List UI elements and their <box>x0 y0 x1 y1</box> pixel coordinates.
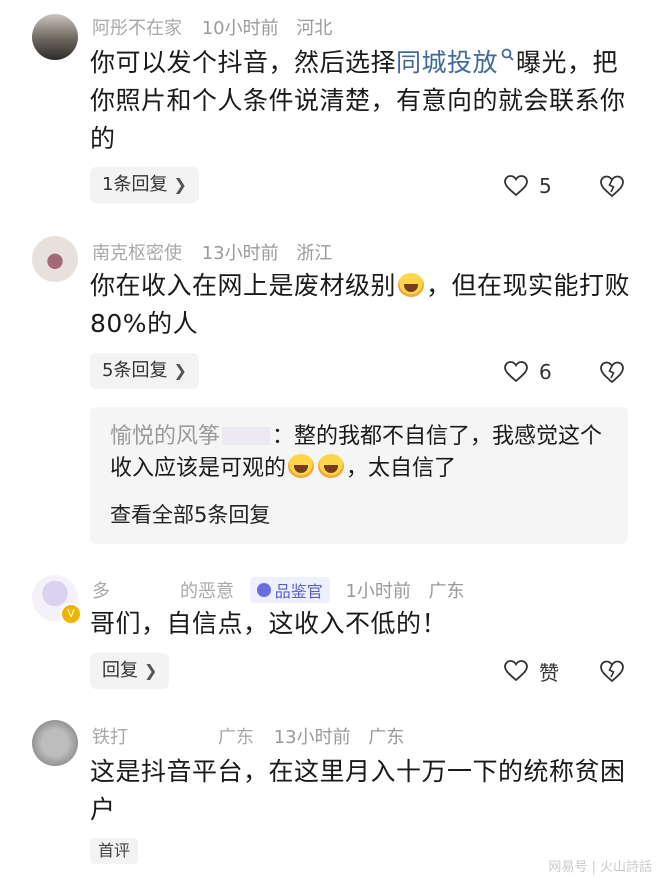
like-button[interactable]: 5 <box>503 171 552 201</box>
heart-icon <box>504 175 528 197</box>
reply-text: 收入应该是可观的 <box>110 456 287 481</box>
comment-text: 你在收入在网上是废材级别 ，但在现实能打败80%的人 <box>90 267 635 343</box>
reply-line: 愉悦的风筝 ：整的我都不自信了，我感觉这个 <box>110 421 602 453</box>
comment-meta: 阿彤不在家 10小时前 河北 <box>92 14 332 40</box>
comment-time: 10小时前 <box>201 18 279 39</box>
reply-user-name[interactable]: 愉悦的风筝 <box>110 424 220 449</box>
reply-line: 收入应该是可观的 ，太自信了 <box>110 453 456 485</box>
view-replies-button[interactable]: 5条回复 ❯ <box>90 353 199 389</box>
view-replies-label: 1条回复 <box>102 174 168 195</box>
view-replies-button[interactable]: 1条回复 ❯ <box>90 167 199 203</box>
user-name-part[interactable]: 的恶意 <box>180 581 234 602</box>
comment-text: 你可以发个抖音，然后选择同城投放 曝光，把你照片和个人条件说清楚，有意向的就会联系… <box>90 44 635 158</box>
broken-heart-icon[interactable] <box>598 172 626 200</box>
heart-icon <box>504 361 528 383</box>
like-label: 赞 <box>539 660 559 685</box>
comment-text-part: 你可以发个抖音，然后选择 <box>90 48 397 77</box>
user-name[interactable]: 铁打 广东 <box>92 727 254 748</box>
comment-location: 河北 <box>296 18 333 39</box>
heart-icon <box>504 660 528 682</box>
comment-meta: 多 的恶意 品鉴官 1小时前 广东 <box>92 577 465 603</box>
user-name[interactable]: 阿彤不在家 <box>92 18 182 39</box>
broken-heart-icon[interactable] <box>598 358 626 386</box>
comment-time: 1小时前 <box>345 581 411 602</box>
comment-text-part: 你在收入在网上是废材级别 <box>90 271 397 300</box>
user-name-part[interactable]: 多 <box>92 581 110 602</box>
comment-meta: 铁打 广东 13小时前 广东 <box>92 723 404 749</box>
comment-meta: 南克枢密使 13小时前 浙江 <box>92 239 332 265</box>
badge-icon <box>256 583 271 597</box>
comment-text: 这是抖音平台，在这里月入十万一下的统称贫困户 <box>90 757 626 824</box>
avatar[interactable] <box>32 236 78 282</box>
chevron-right-icon: ❯ <box>144 661 158 680</box>
comment-location: 广东 <box>368 727 405 748</box>
reply-label: 回复 <box>102 660 138 681</box>
broken-heart-icon[interactable] <box>598 657 626 685</box>
search-icon <box>501 48 514 61</box>
see-all-replies-link[interactable]: 查看全部5条回复 <box>110 499 270 529</box>
laughing-crying-emoji-icon <box>288 454 315 478</box>
comment-text: 哥们，自信点，这收入不低的！ <box>90 609 448 638</box>
first-comment-tag: 首评 <box>90 838 139 864</box>
user-name-part[interactable]: 广东 <box>218 727 254 748</box>
comment-time: 13小时前 <box>273 727 351 748</box>
watermark: 网易号 | 火山詩話 <box>548 860 652 875</box>
user-name[interactable]: 多 的恶意 <box>92 581 234 602</box>
avatar[interactable] <box>32 14 78 60</box>
redacted-block <box>222 427 271 445</box>
like-button[interactable]: 赞 <box>503 656 559 686</box>
avatar[interactable] <box>32 720 78 766</box>
reviewer-badge: 品鉴官 <box>249 577 330 603</box>
view-replies-label: 5条回复 <box>102 360 168 381</box>
chevron-right-icon: ❯ <box>173 175 187 194</box>
user-name-part[interactable]: 铁打 <box>92 727 128 748</box>
reply-text: ：整的我都不自信了，我感觉这个 <box>272 424 603 449</box>
user-name[interactable]: 南克枢密使 <box>92 243 182 264</box>
verified-badge-icon: V <box>60 603 82 625</box>
reply-preview[interactable]: 愉悦的风筝 ：整的我都不自信了，我感觉这个 收入应该是可观的 ，太自信了 查看全部5… <box>90 407 628 544</box>
like-count: 5 <box>539 174 552 198</box>
like-count: 6 <box>539 360 552 384</box>
comment-location: 广东 <box>428 581 465 602</box>
reply-button[interactable]: 回复 ❯ <box>90 653 170 689</box>
laughing-crying-emoji-icon <box>318 454 345 478</box>
chevron-right-icon: ❯ <box>173 361 187 380</box>
search-link[interactable]: 同城投放 <box>396 48 516 77</box>
like-button[interactable]: 6 <box>503 357 552 387</box>
comment-time: 13小时前 <box>201 243 279 264</box>
search-link-label[interactable]: 同城投放 <box>396 48 498 77</box>
laughing-crying-emoji-icon <box>398 273 425 297</box>
badge-label: 品鉴官 <box>274 582 323 601</box>
reply-text: ，太自信了 <box>346 456 457 481</box>
comment-location: 浙江 <box>296 243 333 264</box>
